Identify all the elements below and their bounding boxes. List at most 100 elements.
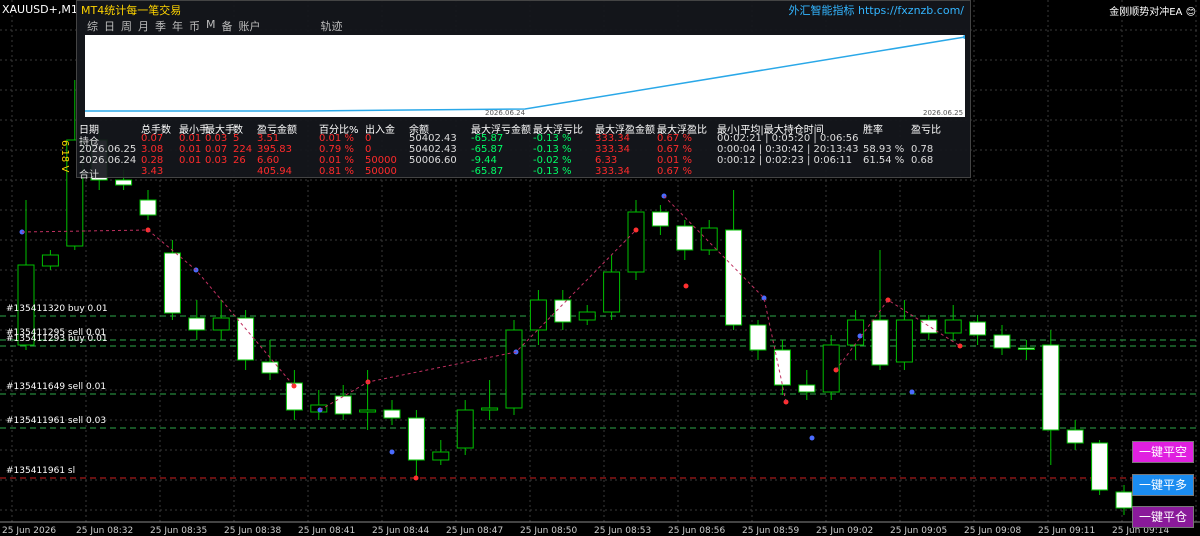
stats-panel[interactable]: MT4统计每一笔交易 外汇智能指标 https://fxznzb.com/ 综 … [76, 0, 971, 181]
time-label: 25 Jun 08:59 [742, 526, 800, 536]
trade-marker [683, 283, 689, 289]
stats-cell: 胜率 [863, 125, 883, 136]
stats-cell: 0.01 % [657, 155, 692, 166]
stats-cell: 0.67 % [657, 166, 692, 177]
stats-cell: 0.78 [911, 144, 934, 155]
tab-account[interactable]: 账户 [239, 18, 261, 34]
candle-body [993, 334, 1011, 349]
ea-name: 金刚顺势对冲EA 😊 [1109, 7, 1196, 18]
stats-cell: -65.87 [471, 144, 504, 155]
order-label: #135411961 sell 0.03 [6, 416, 107, 426]
stats-cell: 盈亏比 [911, 125, 941, 136]
panel-link[interactable]: 外汇智能指标 https://fxznzb.com/ [788, 2, 964, 18]
candle-body [969, 321, 987, 336]
candle-body [505, 329, 523, 409]
equity-curve-line [85, 35, 967, 112]
tab-trajectory[interactable]: 轨迹 [321, 18, 343, 34]
candle-body [847, 319, 865, 346]
trade-marker [389, 449, 395, 455]
stats-cell: -9.44 [471, 155, 497, 166]
time-label: 25 Jun 09:02 [816, 526, 874, 536]
stats-cell: 333.34 [595, 166, 630, 177]
stats-cell: 0 [365, 144, 372, 155]
candle-body [725, 229, 743, 326]
tab-quarter[interactable]: 季 [155, 18, 166, 34]
stats-cell: 0.07 [205, 144, 228, 155]
stats-cell: -65.87 [471, 166, 504, 177]
stats-cell: 0.67 % [657, 144, 692, 155]
candle-body [578, 311, 596, 321]
candle-body [871, 319, 889, 366]
tab-total[interactable]: 综 [87, 18, 98, 34]
time-label: 25 Jun 09:11 [1038, 526, 1096, 536]
time-label: 25 Jun 08:44 [372, 526, 430, 536]
candle-body [481, 407, 499, 411]
tab-currency[interactable]: 币 [189, 18, 200, 34]
order-level-lines [0, 315, 1200, 479]
tab-week[interactable]: 周 [121, 18, 132, 34]
time-label: 25 Jun 08:56 [668, 526, 726, 536]
stats-cell: 50000 [365, 166, 397, 177]
stats-cell: 50402.43 [409, 133, 457, 144]
time-label: 25 Jun 2026 [2, 526, 57, 536]
trade-marker [413, 475, 419, 481]
trade-marker [957, 343, 963, 349]
stats-cell: 0 [365, 133, 372, 144]
tab-note[interactable]: 备 [222, 18, 233, 34]
order-label: #135411320 buy 0.01 [6, 304, 108, 314]
candle-body [944, 319, 962, 334]
tab-year[interactable]: 年 [172, 18, 183, 34]
equity-curve: 2026.06.24 2026.06.25 [85, 35, 967, 117]
time-label: 25 Jun 08:32 [76, 526, 134, 536]
stats-cell: 395.83 [257, 144, 292, 155]
stats-cell: 6.60 [257, 155, 280, 166]
tab-day[interactable]: 日 [104, 18, 115, 34]
candle-body [1042, 344, 1060, 431]
candle-body [188, 317, 206, 331]
candle-body [41, 254, 59, 267]
candle-body [163, 252, 181, 314]
order-label: #135411649 sell 0.01 [6, 382, 107, 392]
close-short-button[interactable]: 一键平空 [1132, 441, 1194, 463]
stats-cell: 0.01 [179, 155, 202, 166]
stats-cell: 0:00:04 | 0:30:42 | 20:13:43 [717, 144, 859, 155]
trade-marker [809, 435, 815, 441]
stats-cell: -0.02 % [533, 155, 572, 166]
candle-body [700, 227, 718, 251]
stats-cell: 224 [233, 144, 253, 155]
candle-body [1115, 491, 1133, 509]
stats-cell: 0.07 [141, 133, 164, 144]
stats-cell: 3.43 [141, 166, 164, 177]
time-label: 25 Jun 08:47 [446, 526, 504, 536]
candle-body [383, 409, 401, 419]
candle-body [115, 179, 133, 186]
time-label: 25 Jun 09:05 [890, 526, 948, 536]
candle-body [334, 395, 352, 415]
time-label: 25 Jun 09:08 [964, 526, 1022, 536]
candle-body [529, 299, 547, 331]
stats-cell: 2026.06.24 [79, 155, 137, 166]
stats-cell: 6.33 [595, 155, 618, 166]
candle-body [261, 361, 279, 374]
candle-body [407, 417, 425, 461]
stats-cell: 0.67 % [657, 133, 692, 144]
stats-cell: 0.79 % [319, 144, 354, 155]
stats-cell: 0.81 % [319, 166, 354, 177]
close-all-button[interactable]: 一键平仓 [1132, 506, 1194, 528]
close-long-button[interactable]: 一键平多 [1132, 474, 1194, 496]
candle-body [1091, 442, 1109, 491]
stats-cell: 0.03 [205, 133, 228, 144]
stats-cell: 405.94 [257, 166, 292, 177]
candle-body [603, 271, 621, 313]
stats-cell: 0.01 [179, 133, 202, 144]
stats-cell: 0.03 [205, 155, 228, 166]
time-label: 25 Jun 08:53 [594, 526, 652, 536]
candle-body [456, 409, 474, 449]
order-label: #135411293 buy 0.01 [6, 334, 108, 344]
stats-cell: -0.13 % [533, 144, 572, 155]
tab-magic[interactable]: M [206, 18, 216, 34]
tab-month[interactable]: 月 [138, 18, 149, 34]
trade-marker [633, 227, 639, 233]
time-label: 25 Jun 08:38 [224, 526, 282, 536]
stats-cell: 50402.43 [409, 144, 457, 155]
